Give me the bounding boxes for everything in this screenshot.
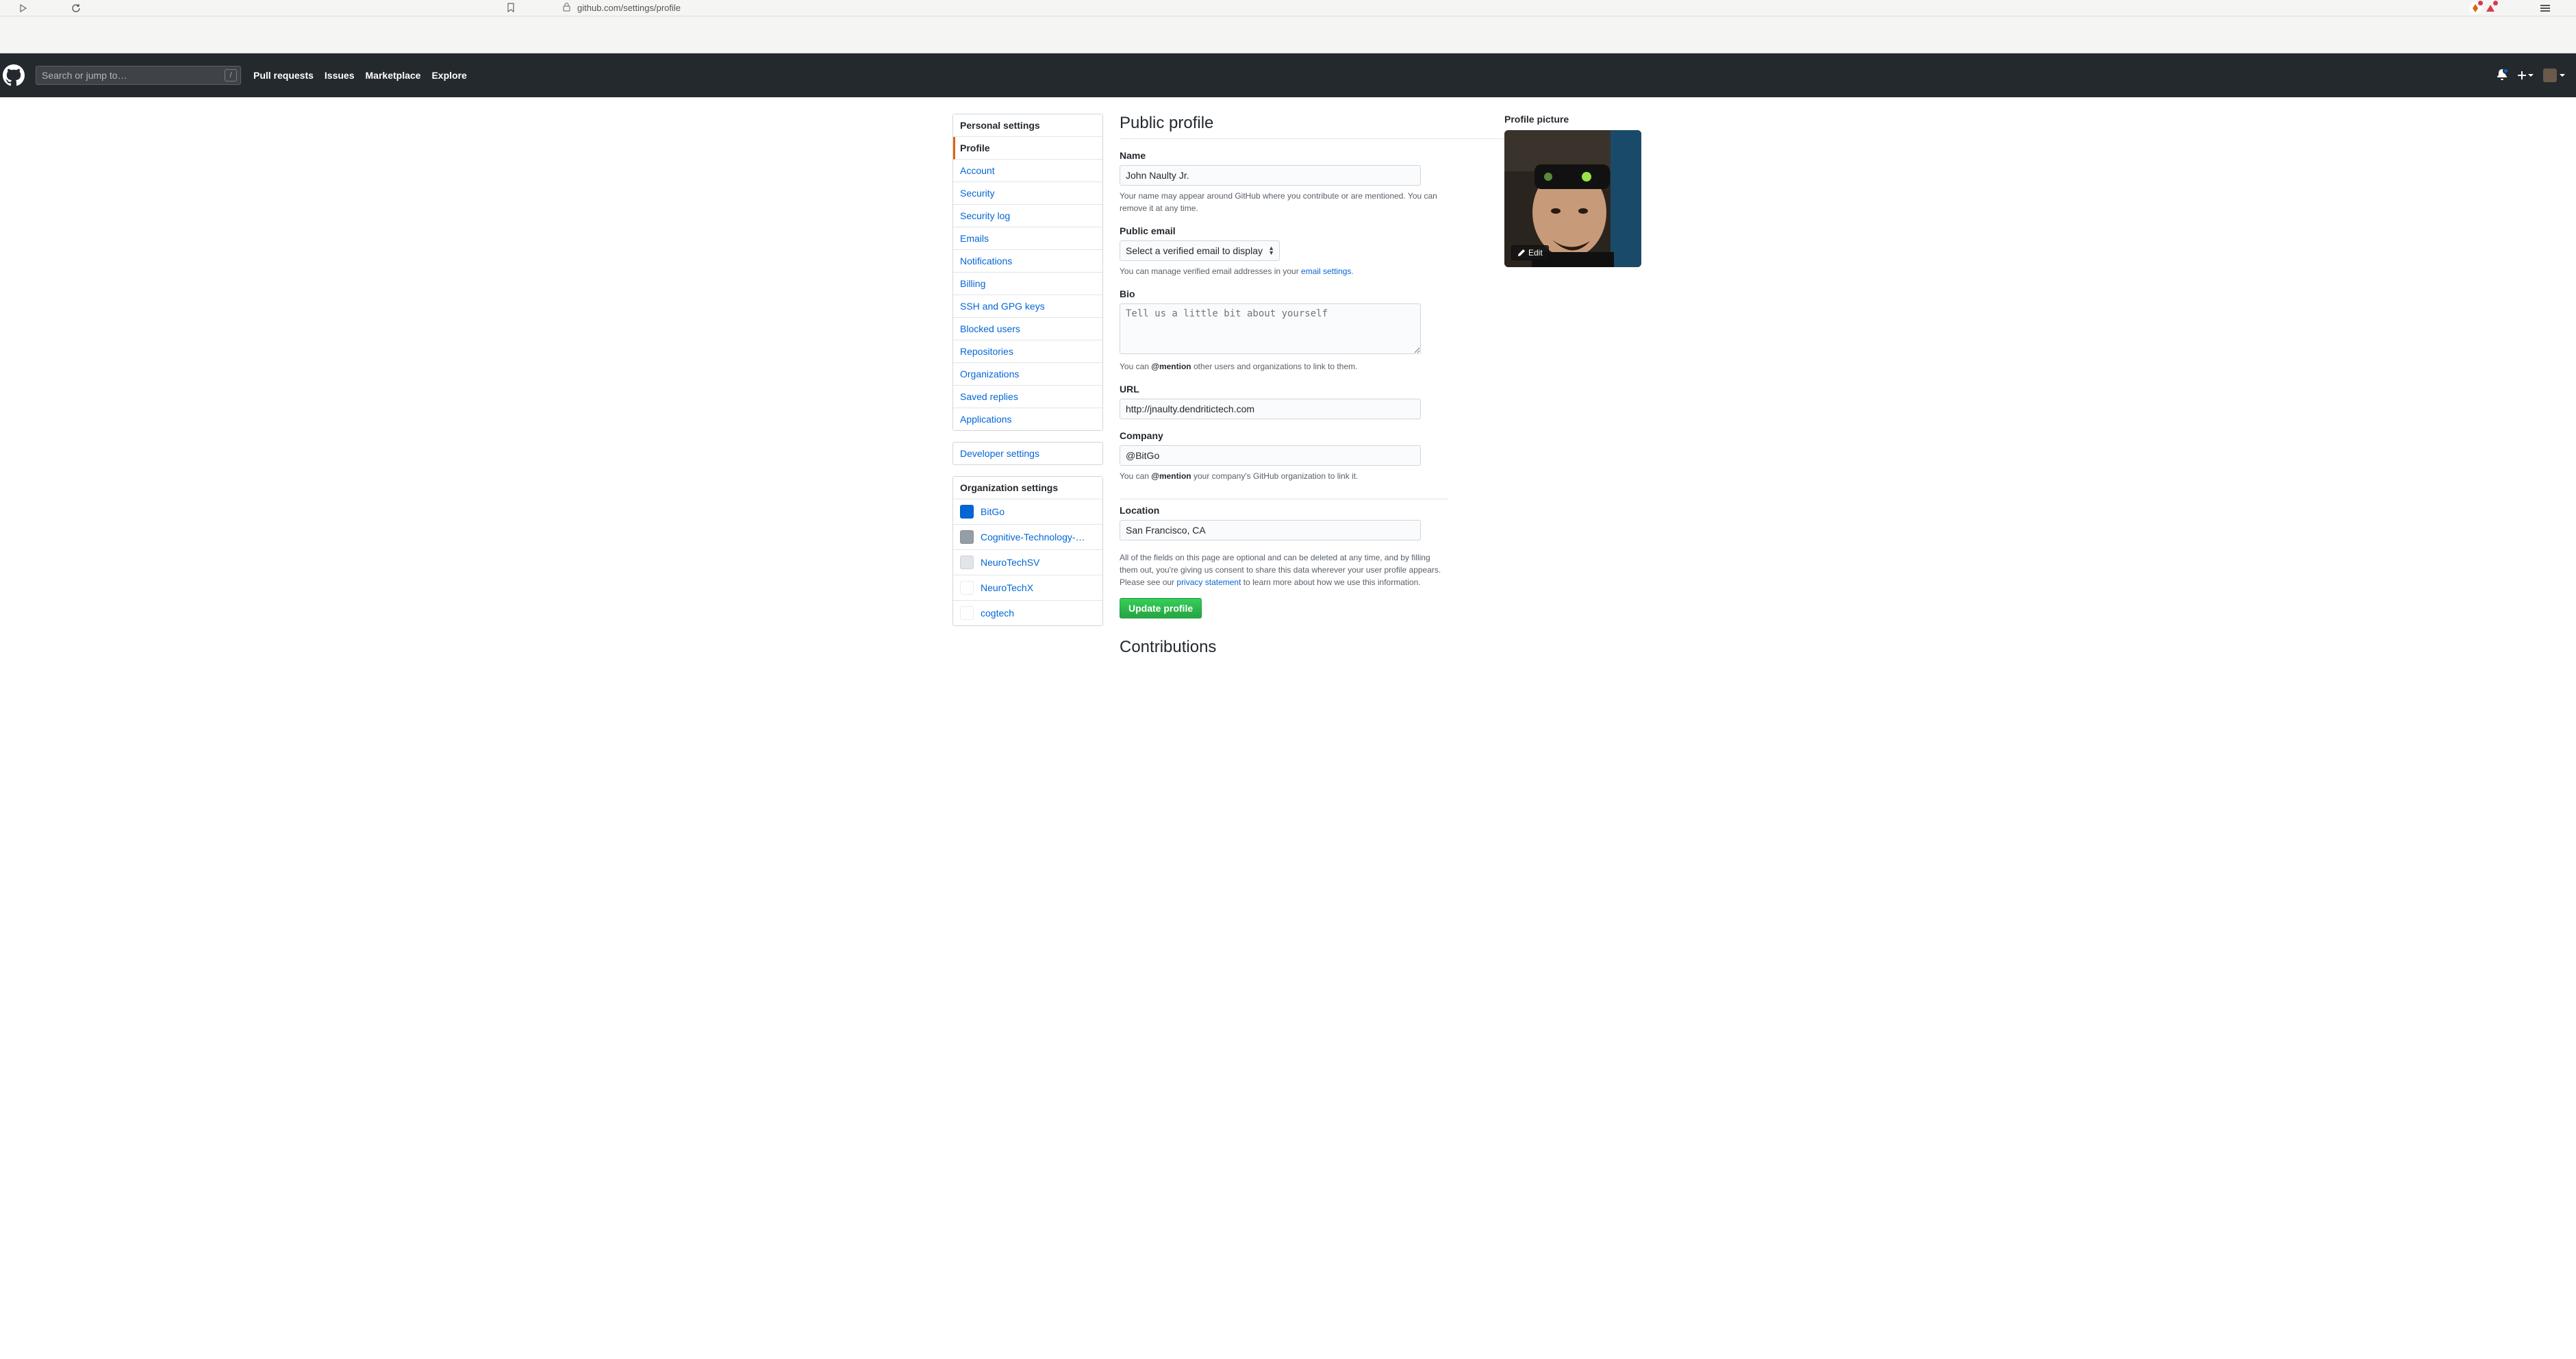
company-hint: You can @mention your company's GitHub o…	[1120, 470, 1444, 482]
org-item[interactable]: BitGo	[953, 499, 1102, 525]
chevron-down-icon	[2528, 74, 2534, 77]
bio-hint: You can @mention other users and organiz…	[1120, 360, 1444, 373]
address-bar-url[interactable]: github.com/settings/profile	[577, 3, 681, 13]
privacy-statement-link[interactable]: privacy statement	[1176, 577, 1241, 587]
org-avatar-icon	[960, 581, 974, 595]
sidebar-item-security-log[interactable]: Security log	[953, 205, 1102, 227]
location-input[interactable]	[1120, 520, 1421, 540]
nav-marketplace[interactable]: Marketplace	[366, 70, 421, 81]
bookmark-icon[interactable]	[507, 3, 515, 14]
personal-settings-menu: Personal settings Profile Account Securi…	[952, 114, 1103, 431]
org-link[interactable]: BitGo	[981, 506, 1005, 517]
sidebar-item-billing[interactable]: Billing	[953, 273, 1102, 295]
contributions-heading: Contributions	[1120, 638, 1444, 657]
sidebar-item-saved-replies[interactable]: Saved replies	[953, 386, 1102, 408]
bio-textarea[interactable]	[1120, 303, 1421, 354]
nav-issues[interactable]: Issues	[325, 70, 355, 81]
disclaimer-text: All of the fields on this page are optio…	[1120, 551, 1441, 588]
org-link[interactable]: cogtech	[981, 608, 1014, 619]
name-input[interactable]	[1120, 165, 1421, 186]
company-input[interactable]	[1120, 445, 1421, 466]
location-label: Location	[1120, 505, 1444, 516]
nav-pull-requests[interactable]: Pull requests	[253, 70, 314, 81]
organization-settings-heading: Organization settings	[953, 477, 1102, 499]
public-email-select[interactable]: Select a verified email to display	[1120, 240, 1280, 261]
name-hint: Your name may appear around GitHub where…	[1120, 190, 1444, 214]
profile-picture[interactable]: Edit	[1504, 130, 1641, 267]
org-link[interactable]: Cognitive-Technology-…	[981, 532, 1085, 543]
edit-picture-button[interactable]: Edit	[1511, 245, 1549, 260]
personal-settings-heading: Personal settings	[953, 114, 1102, 137]
org-avatar-icon	[960, 530, 974, 544]
org-item[interactable]: cogtech	[953, 601, 1102, 625]
sidebar-item-developer-settings[interactable]: Developer settings	[953, 442, 1102, 464]
pencil-icon	[1517, 249, 1526, 257]
avatar	[2543, 68, 2557, 82]
org-link[interactable]: NeuroTechSV	[981, 557, 1039, 568]
sidebar-item-blocked-users[interactable]: Blocked users	[953, 318, 1102, 340]
org-link[interactable]: NeuroTechX	[981, 582, 1033, 593]
public-email-label: Public email	[1120, 225, 1444, 236]
browser-toolbar: github.com/settings/profile	[0, 0, 2576, 16]
org-avatar-icon	[960, 606, 974, 620]
update-profile-button[interactable]: Update profile	[1120, 598, 1202, 619]
org-avatar-icon	[960, 505, 974, 519]
url-label: URL	[1120, 384, 1444, 395]
name-label: Name	[1120, 150, 1444, 161]
notifications-icon[interactable]	[2497, 69, 2508, 82]
company-label: Company	[1120, 430, 1444, 441]
sidebar-item-ssh-gpg-keys[interactable]: SSH and GPG keys	[953, 295, 1102, 318]
url-input[interactable]	[1120, 399, 1421, 419]
notification-dot-icon	[2503, 68, 2509, 74]
sidebar-item-repositories[interactable]: Repositories	[953, 340, 1102, 363]
public-email-selected: Select a verified email to display	[1126, 245, 1263, 256]
sidebar-item-emails[interactable]: Emails	[953, 227, 1102, 250]
chevron-down-icon	[2560, 74, 2565, 77]
search-input[interactable]	[36, 66, 241, 85]
lock-icon	[563, 3, 570, 14]
site-search[interactable]: /	[36, 66, 241, 85]
nav-explore[interactable]: Explore	[431, 70, 466, 81]
play-icon[interactable]	[19, 4, 27, 12]
browser-tabstrip	[0, 16, 2576, 53]
bio-label: Bio	[1120, 288, 1444, 299]
org-item[interactable]: NeuroTechX	[953, 575, 1102, 601]
github-logo-icon[interactable]	[3, 64, 25, 86]
sidebar-item-security[interactable]: Security	[953, 182, 1102, 205]
org-item[interactable]: Cognitive-Technology-…	[953, 525, 1102, 550]
sidebar-item-profile[interactable]: Profile	[953, 137, 1102, 160]
site-header: / Pull requests Issues Marketplace Explo…	[0, 53, 2576, 97]
sidebar-item-account[interactable]: Account	[953, 160, 1102, 182]
developer-settings-menu: Developer settings	[952, 442, 1103, 465]
public-email-hint: You can manage verified email addresses …	[1120, 265, 1444, 277]
reload-icon[interactable]	[71, 3, 81, 13]
email-settings-link[interactable]: email settings	[1301, 266, 1351, 276]
browser-menu-icon[interactable]	[2540, 5, 2550, 12]
profile-picture-label: Profile picture	[1504, 114, 1641, 125]
sidebar-item-organizations[interactable]: Organizations	[953, 363, 1102, 386]
user-menu[interactable]	[2543, 68, 2565, 82]
slash-key-hint: /	[225, 69, 237, 82]
extension-icon-2[interactable]	[2484, 2, 2497, 14]
sidebar-item-applications[interactable]: Applications	[953, 408, 1102, 430]
extension-icon-1[interactable]	[2469, 2, 2482, 14]
org-avatar-icon	[960, 556, 974, 569]
sidebar-item-notifications[interactable]: Notifications	[953, 250, 1102, 273]
primary-nav: Pull requests Issues Marketplace Explore	[253, 70, 467, 81]
organization-settings-menu: Organization settings BitGo Cognitive-Te…	[952, 476, 1103, 626]
edit-picture-label: Edit	[1528, 248, 1543, 258]
org-item[interactable]: NeuroTechSV	[953, 550, 1102, 575]
create-new-dropdown[interactable]	[2517, 71, 2534, 80]
